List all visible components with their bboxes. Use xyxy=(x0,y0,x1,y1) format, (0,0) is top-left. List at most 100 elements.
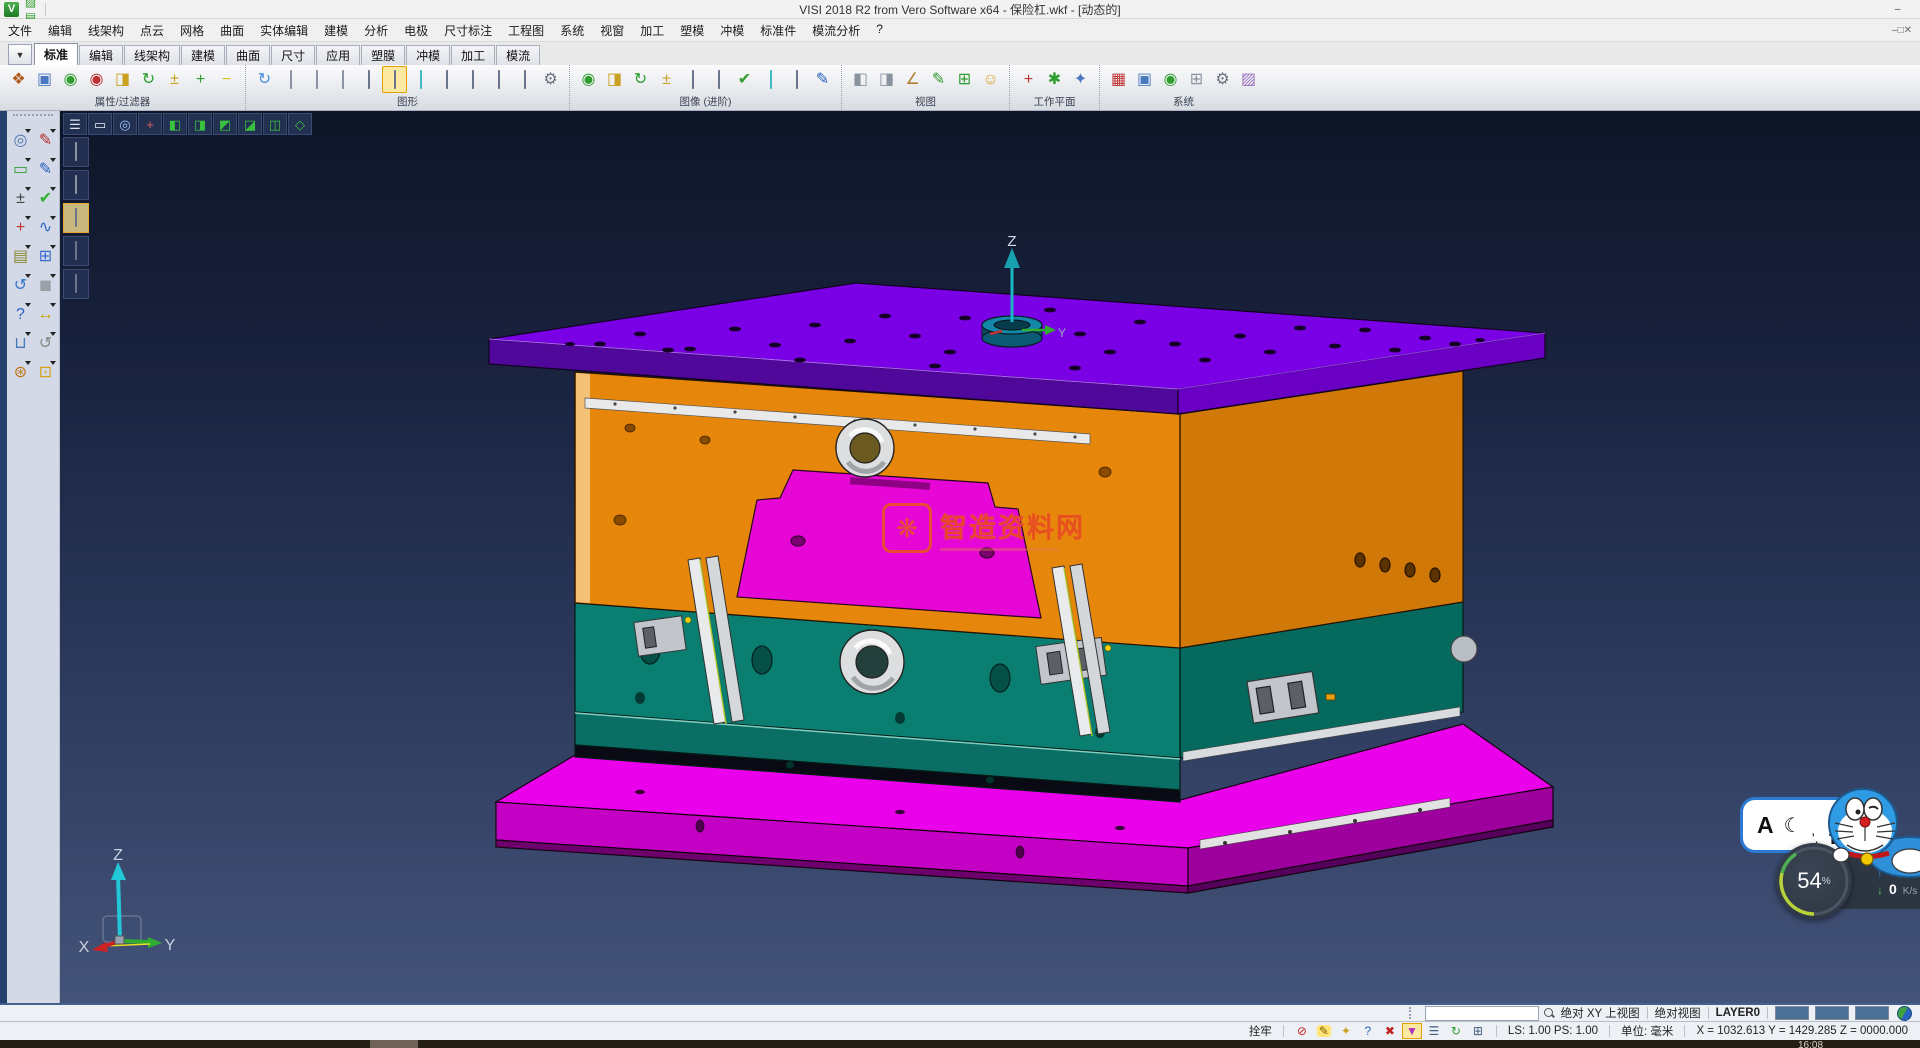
shaded-edges-cylinder-icon[interactable] xyxy=(382,66,407,93)
flat-cylinder-icon[interactable] xyxy=(434,66,459,93)
tab-dimension[interactable]: 尺寸 xyxy=(271,45,315,65)
visibility-remove-icon[interactable]: − xyxy=(214,66,239,93)
system-chart-icon[interactable]: ▨ xyxy=(1236,66,1261,93)
active-layer-label[interactable]: LAYER0 xyxy=(1716,1007,1760,1019)
zoom-visual-icon[interactable]: ◎ xyxy=(8,127,33,155)
shaded-cylinder-icon[interactable] xyxy=(356,66,381,93)
menu-help[interactable]: ? xyxy=(868,20,891,41)
view-next-icon[interactable]: ◨ xyxy=(874,66,899,93)
view-previous-icon[interactable]: ◧ xyxy=(848,66,873,93)
view-cube-bottom-icon[interactable]: ◨ xyxy=(188,113,212,135)
menu-wireframe[interactable]: 线架构 xyxy=(80,20,132,41)
move-axes-icon[interactable]: + xyxy=(8,214,33,242)
viewport-axes-icon[interactable]: + xyxy=(138,113,162,135)
view-cube-front-icon[interactable]: ◩ xyxy=(213,113,237,135)
tab-die[interactable]: 冲模 xyxy=(406,45,450,65)
hide-entities-icon[interactable]: ◉ xyxy=(84,66,109,93)
filter-solids-icon[interactable]: ✖ xyxy=(1380,1023,1400,1039)
tab-list-dropdown[interactable]: ▼ xyxy=(8,44,32,65)
menu-dimension[interactable]: 尺寸标注 xyxy=(436,20,500,41)
menu-mesh[interactable]: 网格 xyxy=(172,20,212,41)
help-icon[interactable]: ? xyxy=(8,301,33,329)
stamp-key-icon[interactable]: ✦ xyxy=(1336,1023,1356,1039)
prism-display-icon[interactable]: ▼ xyxy=(1402,1023,1422,1039)
system-monitor-icon[interactable]: ▣ xyxy=(1132,66,1157,93)
shaded-cube-icon[interactable]: ◼ xyxy=(33,272,58,300)
context-help-icon[interactable]: ? xyxy=(1358,1023,1378,1039)
menu-die[interactable]: 冲模 xyxy=(712,20,752,41)
units-label[interactable]: 单位: 毫米 xyxy=(1617,1023,1677,1039)
dashed-cylinder-icon[interactable] xyxy=(330,66,355,93)
view-cube-back-icon[interactable]: ◪ xyxy=(238,113,262,135)
tab-surface[interactable]: 曲面 xyxy=(226,45,270,65)
display-flat-icon[interactable] xyxy=(63,236,89,266)
view-cube-iso-icon[interactable]: ◇ xyxy=(288,113,312,135)
folder-image-icon[interactable]: ⊡ xyxy=(33,359,58,387)
render-transparent-icon[interactable] xyxy=(758,66,783,93)
select-box-icon[interactable]: ▭ xyxy=(8,156,33,184)
menu-drawing[interactable]: 工程图 xyxy=(500,20,552,41)
graphics-tools-icon[interactable]: ⚙ xyxy=(538,66,563,93)
hatched-cylinder-icon[interactable] xyxy=(460,66,485,93)
tab-standard[interactable]: 标准 xyxy=(34,43,78,65)
menu-pointcloud[interactable]: 点云 xyxy=(132,20,172,41)
sketch-curve-icon[interactable]: ✎ xyxy=(33,156,58,184)
list-panel-icon[interactable]: ☰ xyxy=(1424,1023,1444,1039)
menu-electrode[interactable]: 电极 xyxy=(396,20,436,41)
transparent-cylinder-icon[interactable] xyxy=(408,66,433,93)
menu-moldflow[interactable]: 模流分析 xyxy=(804,20,868,41)
viewport-zoom-icon[interactable]: ◎ xyxy=(113,113,137,135)
render-wire-icon[interactable] xyxy=(784,66,809,93)
render-pen-icon[interactable]: ✎ xyxy=(810,66,835,93)
auto-rotate-icon[interactable]: ↻ xyxy=(1446,1023,1466,1039)
system-settings-icon[interactable]: ⚙ xyxy=(1210,66,1235,93)
advanced-refresh-icon[interactable]: ↻ xyxy=(628,66,653,93)
view-cube-top-icon[interactable]: ◧ xyxy=(163,113,187,135)
menu-machining[interactable]: 加工 xyxy=(632,20,672,41)
dock-grip-handle[interactable] xyxy=(13,114,53,124)
delete-trash-icon[interactable]: ⊔ xyxy=(8,330,33,358)
menu-edit[interactable]: 编辑 xyxy=(40,20,80,41)
layer-swatch-2[interactable] xyxy=(1815,1006,1849,1020)
snap-lock-icon[interactable]: ⊘ xyxy=(1292,1023,1312,1039)
status-search-input[interactable] xyxy=(1425,1006,1539,1021)
render-flat-icon[interactable] xyxy=(706,66,731,93)
measure-icon[interactable]: ↔ xyxy=(33,301,58,329)
wireframe-cylinder-icon[interactable] xyxy=(278,66,303,93)
lifting-ring-lower[interactable] xyxy=(840,630,904,694)
globe-status-icon[interactable] xyxy=(1897,1006,1912,1021)
advanced-show-icon[interactable]: ◉ xyxy=(576,66,601,93)
scale-status-label[interactable]: LS: 1.00 PS: 1.00 xyxy=(1504,1025,1602,1037)
menu-standard-parts[interactable]: 标准件 xyxy=(752,20,804,41)
visibility-add-icon[interactable]: + xyxy=(188,66,213,93)
tab-apply[interactable]: 应用 xyxy=(316,45,360,65)
workplane-auto-icon[interactable]: ✱ xyxy=(1042,66,1067,93)
menu-surface[interactable]: 曲面 xyxy=(212,20,252,41)
doraemon-mascot[interactable] xyxy=(1805,775,1920,885)
view-cube-left-icon[interactable]: ◫ xyxy=(263,113,287,135)
window-layout-icon[interactable]: ⊞ xyxy=(33,243,58,271)
taskbar-app-segment[interactable] xyxy=(370,1040,418,1048)
zoom-plus-minus-icon[interactable]: ± xyxy=(8,185,33,213)
viewport-menu-icon[interactable]: ☰ xyxy=(63,113,87,135)
undo-step-icon[interactable]: ↺ xyxy=(33,330,58,358)
edit-mode-icon[interactable]: ✎ xyxy=(1314,1023,1334,1039)
advanced-toggle-icon[interactable]: ± xyxy=(654,66,679,93)
regen-view-icon[interactable]: ↺ xyxy=(8,272,33,300)
menu-file[interactable]: 文件 xyxy=(0,20,40,41)
image-preview-icon[interactable]: ▣ xyxy=(32,66,57,93)
show-entities-icon[interactable]: ◉ xyxy=(58,66,83,93)
viewport-select-icon[interactable]: ▭ xyxy=(88,113,112,135)
tab-machining[interactable]: 加工 xyxy=(451,45,495,65)
filter-traffic-light-icon[interactable]: ◨ xyxy=(110,66,135,93)
tab-moldflow[interactable]: 模流 xyxy=(496,45,540,65)
spline-edit-icon[interactable]: ∿ xyxy=(33,214,58,242)
tab-modeling[interactable]: 建模 xyxy=(181,45,225,65)
layer-swatch-1[interactable] xyxy=(1775,1006,1809,1020)
attribute-brush-icon[interactable]: ❖ xyxy=(6,66,31,93)
cylinder-pair-icon[interactable] xyxy=(512,66,537,93)
display-shaded-icon[interactable] xyxy=(63,203,89,233)
display-wireframe-icon[interactable] xyxy=(63,137,89,167)
view-angle-icon[interactable]: ∠ xyxy=(900,66,925,93)
absolute-view-label[interactable]: 绝对视图 xyxy=(1655,1005,1701,1021)
